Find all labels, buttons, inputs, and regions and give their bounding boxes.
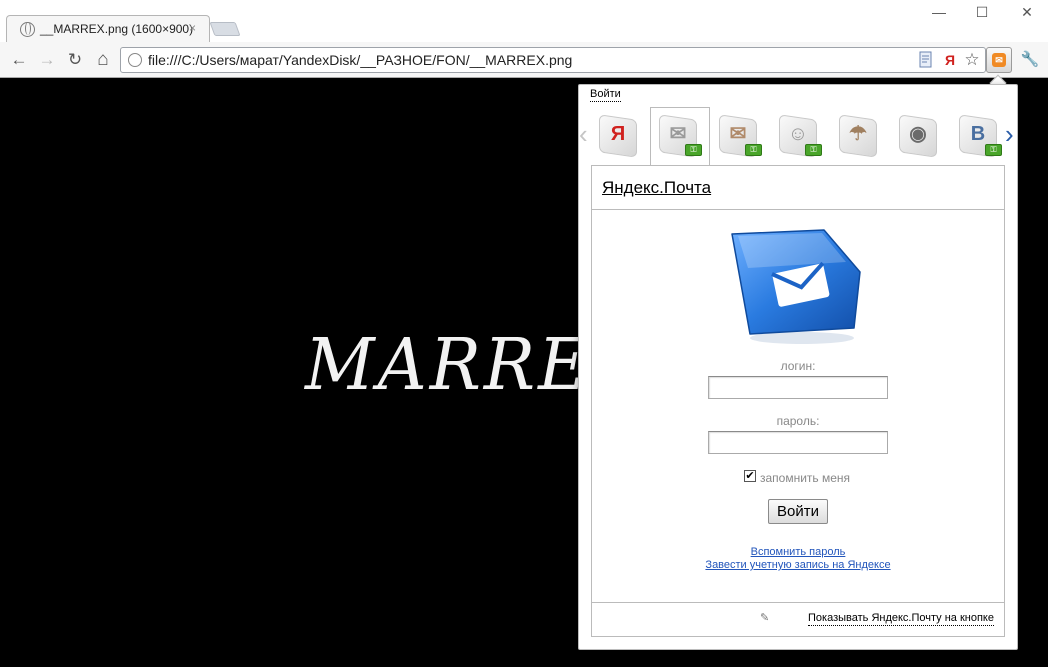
yandex-icon: Я [610, 123, 626, 145]
reload-button[interactable]: ↻ [64, 50, 86, 70]
carousel-next-arrow[interactable]: › [1005, 119, 1014, 149]
url-text[interactable]: file:///C:/Users/марат/YandexDisk/__РАЗН… [148, 52, 572, 68]
remember-label: запомнить меня [760, 471, 851, 485]
sphere-icon: ◉ [909, 123, 927, 145]
yandex-icon[interactable]: Я [941, 51, 959, 69]
divider [592, 602, 1004, 603]
key-badge-icon: ⚿ [805, 144, 822, 156]
tab-close-icon[interactable]: × [189, 21, 196, 35]
forgot-password-link[interactable]: Вспомнить пароль [592, 546, 1004, 558]
yandex-service-tab[interactable]: Я [595, 113, 643, 161]
remember-checkbox[interactable]: ✔ [744, 470, 756, 482]
login-label: логин: [780, 359, 816, 373]
tab-marrex[interactable]: __MARREX.png (1600×900) × [6, 15, 210, 43]
carousel-prev-arrow[interactable]: ‹ [579, 119, 588, 149]
umbrella-service-tab[interactable]: ☂ [835, 113, 883, 161]
new-tab-button[interactable] [209, 22, 241, 36]
register-link[interactable]: Завести учетную запись на Яндексе [592, 559, 1004, 571]
globe-icon [128, 53, 142, 67]
key-badge-icon: ⚿ [685, 144, 702, 156]
key-badge-icon: ⚿ [985, 144, 1002, 156]
yandex-mail-popup: Войти ‹ Я ✉ ⚿ ✉ ⚿ ☺ ⚿ ☂ ◉ B ⚿ › Яндекс.Почта [578, 84, 1018, 650]
wrench-icon[interactable]: 🔧 [1020, 50, 1040, 70]
yandex-mail-extension-button[interactable]: ✉ [986, 47, 1012, 73]
key-badge-icon: ⚿ [745, 144, 762, 156]
show-mail-on-button-link[interactable]: Показывать Яндекс.Почту на кнопке [808, 612, 994, 626]
star-icon[interactable]: ☆ [963, 51, 981, 69]
minimize-button[interactable]: — [924, 2, 954, 22]
mail-service-tab[interactable]: ✉ ⚿ [650, 107, 710, 171]
umbrella-icon: ☂ [849, 123, 867, 145]
home-button[interactable]: ⌂ [92, 50, 114, 70]
envelope-icon: ✉ [992, 53, 1006, 67]
tab-title: __MARREX.png (1600×900) [40, 22, 194, 36]
password-input[interactable] [708, 431, 888, 454]
vk-service-tab[interactable]: B ⚿ [955, 113, 1003, 161]
login-submit-button[interactable]: Войти [768, 499, 828, 524]
services-carousel: ‹ Я ✉ ⚿ ✉ ⚿ ☺ ⚿ ☂ ◉ B ⚿ › [579, 107, 1019, 171]
pin-icon: ✎ [760, 612, 770, 624]
login-link[interactable]: Войти [590, 87, 621, 102]
sphere-service-tab[interactable]: ◉ [895, 113, 943, 161]
login-input[interactable] [708, 376, 888, 399]
browser-toolbar: ← → ↻ ⌂ file:///C:/Users/марат/YandexDis… [0, 42, 1048, 78]
divider [592, 209, 1004, 210]
globe-icon [20, 22, 35, 37]
forward-button[interactable]: → [36, 50, 58, 70]
panel-title[interactable]: Яндекс.Почта [602, 178, 711, 198]
mail-login-panel: Яндекс.Почта логин: пароль: ✔ запомнить … [591, 165, 1005, 637]
close-window-button[interactable]: ✕ [1012, 2, 1042, 22]
address-bar[interactable]: file:///C:/Users/марат/YandexDisk/__РАЗН… [120, 47, 986, 73]
yandex-mail-logo-icon [731, 229, 861, 344]
password-label: пароль: [776, 414, 820, 428]
postcard-service-tab[interactable]: ✉ ⚿ [715, 113, 763, 161]
maximize-button[interactable]: ☐ [967, 2, 997, 22]
back-button[interactable]: ← [8, 50, 30, 70]
title-bar: __MARREX.png (1600×900) × — ☐ ✕ [0, 0, 1048, 43]
person-service-tab[interactable]: ☺ ⚿ [775, 113, 823, 161]
page-icon[interactable] [917, 51, 935, 69]
